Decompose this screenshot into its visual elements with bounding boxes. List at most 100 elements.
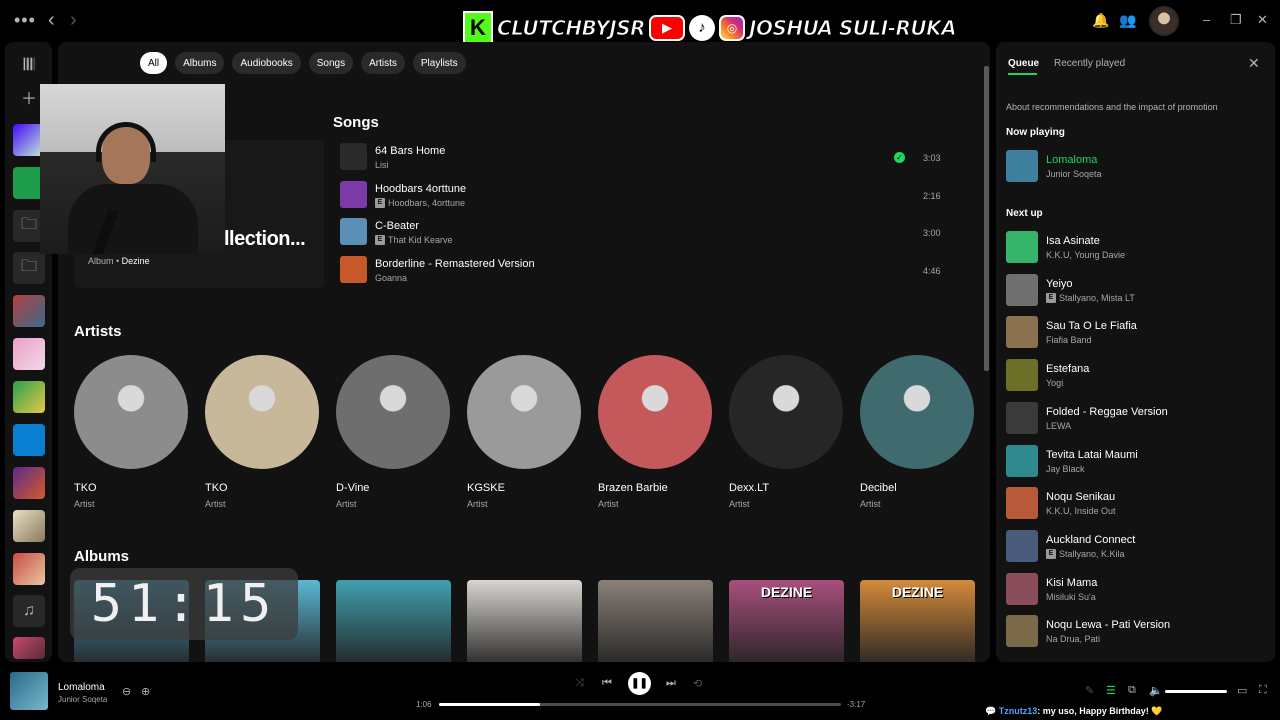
queue-item-artist-name[interactable]: LEWA	[1046, 421, 1071, 431]
music-note-icon[interactable]: ♫	[13, 595, 45, 627]
album-cover[interactable]	[467, 580, 582, 662]
queue-item-artist[interactable]: Fiafia Band	[1046, 335, 1092, 345]
queue-item-artist[interactable]: Jay Black	[1046, 464, 1085, 474]
playlist-tile[interactable]	[13, 338, 45, 370]
queue-item[interactable]: Kisi Mama Misiluki Su'a	[1006, 572, 1266, 606]
queue-item-artist[interactable]: Misiluki Su'a	[1046, 592, 1096, 602]
queue-item-title[interactable]: Kisi Mama	[1046, 577, 1097, 589]
queue-item[interactable]: Estefana Yogi	[1006, 358, 1266, 392]
current-track-artist[interactable]: Junior Soqeta	[58, 695, 107, 704]
queue-item-artist[interactable]: K.K.U, Young Davie	[1046, 250, 1125, 260]
artist-card[interactable]: TKO Artist	[74, 355, 192, 509]
song-title[interactable]: Hoodbars 4orttune	[375, 183, 466, 195]
playlist-tile[interactable]	[13, 553, 45, 585]
add-to-playlist-icon[interactable]: ⊕	[141, 685, 150, 698]
pause-button[interactable]: ❚❚	[628, 672, 651, 695]
tab-recently-played[interactable]: Recently played	[1054, 58, 1125, 69]
song-title[interactable]: Borderline - Remastered Version	[375, 258, 535, 270]
song-artist[interactable]: Goanna	[375, 273, 407, 283]
queue-item-artist-name[interactable]: Yogi	[1046, 378, 1063, 388]
queue-item-title[interactable]: Estefana	[1046, 363, 1089, 375]
artist-image[interactable]	[729, 355, 843, 469]
queue-item[interactable]: Isa Asinate K.K.U, Young Davie	[1006, 230, 1266, 264]
artist-name[interactable]: Dexx.LT	[729, 482, 847, 494]
queue-item-artist-name[interactable]: Jay Black	[1046, 464, 1085, 474]
artist-image[interactable]	[205, 355, 319, 469]
fullscreen-icon[interactable]: ⛶	[1259, 684, 1267, 697]
artist-image[interactable]	[467, 355, 581, 469]
artist-image[interactable]	[598, 355, 712, 469]
queue-item-title[interactable]: Folded - Reggae Version	[1046, 406, 1168, 418]
song-artist-name[interactable]: That Kid Kearve	[388, 235, 453, 245]
queue-item-artist-name[interactable]: Misiluki Su'a	[1046, 592, 1096, 602]
queue-item-artist-name[interactable]: Fiafia Band	[1046, 335, 1092, 345]
queue-item[interactable]: Tevita Latai Maumi Jay Black	[1006, 444, 1266, 478]
playlist-tile[interactable]	[13, 295, 45, 327]
lyrics-icon[interactable]: ✎	[1085, 684, 1094, 697]
song-artist-name[interactable]: Lisi	[375, 160, 389, 170]
artist-card[interactable]: Decibel Artist	[860, 355, 978, 509]
artist-image[interactable]	[74, 355, 188, 469]
artist-name[interactable]: TKO	[205, 482, 323, 494]
user-avatar[interactable]	[1149, 6, 1179, 36]
queue-item-title[interactable]: Tevita Latai Maumi	[1046, 449, 1138, 461]
queue-item[interactable]: Noqu Lewa - Pati Version Na Drua, Pati	[1006, 614, 1266, 648]
mini-player-icon[interactable]: ▭	[1237, 684, 1247, 697]
song-row[interactable]: 64 Bars Home Lisi ✓ 3:03	[338, 139, 948, 175]
playlist-tile[interactable]	[13, 381, 45, 413]
close-icon[interactable]: ✕	[1248, 55, 1260, 72]
queue-item[interactable]: Yeiyo E Stallyano, Mista LT	[1006, 273, 1266, 307]
album-cover[interactable]: DEZINE	[860, 580, 975, 662]
artist-card[interactable]: TKO Artist	[205, 355, 323, 509]
queue-item[interactable]: Auckland Connect E Stallyano, K.Kila	[1006, 529, 1266, 563]
filter-chip-songs[interactable]: Songs	[308, 52, 354, 74]
restore-window-icon[interactable]: ❐	[1230, 12, 1242, 28]
artist-card[interactable]: Brazen Barbie Artist	[598, 355, 716, 509]
current-track-title[interactable]: Lomaloma	[58, 682, 105, 693]
song-artist-name[interactable]: Goanna	[375, 273, 407, 283]
queue-item-title[interactable]: Sau Ta O Le Fiafia	[1046, 320, 1137, 332]
recommendations-link[interactable]: About recommendations and the impact of …	[1006, 102, 1218, 112]
artist-name[interactable]: Decibel	[860, 482, 978, 494]
queue-item-artist[interactable]: E Stallyano, K.Kila	[1046, 548, 1125, 559]
close-window-icon[interactable]: ✕	[1257, 12, 1268, 28]
song-title[interactable]: C-Beater	[375, 220, 419, 232]
more-options-icon[interactable]: •••	[14, 10, 36, 31]
queue-item-artist[interactable]: Na Drua, Pati	[1046, 634, 1100, 644]
filter-chip-artists[interactable]: Artists	[361, 52, 405, 74]
album-cover[interactable]	[598, 580, 713, 662]
next-track-icon[interactable]: ⏭	[666, 677, 676, 690]
queue-item-artist-name[interactable]: K.K.U, Young Davie	[1046, 250, 1125, 260]
artist-name[interactable]: TKO	[74, 482, 192, 494]
queue-item-artist[interactable]: E Stallyano, Mista LT	[1046, 292, 1135, 303]
queue-item[interactable]: Folded - Reggae Version LEWA	[1006, 401, 1266, 435]
shuffle-icon[interactable]: ⤨	[575, 677, 584, 690]
artists-heading[interactable]: Artists	[74, 323, 122, 340]
artist-image[interactable]	[336, 355, 450, 469]
queue-item[interactable]: Sau Ta O Le Fiafia Fiafia Band	[1006, 315, 1266, 349]
saved-check-icon[interactable]: ✓	[894, 152, 905, 163]
queue-item-artist-name[interactable]: Stallyano, Mista LT	[1059, 293, 1135, 303]
minimize-window-icon[interactable]: –	[1203, 12, 1210, 27]
song-artist[interactable]: Lisi	[375, 160, 389, 170]
artist-name[interactable]: Brazen Barbie	[598, 482, 716, 494]
artist-image[interactable]	[860, 355, 974, 469]
now-playing-item[interactable]: Lomaloma Junior Soqeta	[1006, 149, 1266, 183]
playlist-tile[interactable]	[13, 467, 45, 499]
top-result-artist[interactable]: Dezine	[122, 256, 150, 266]
back-arrow-icon[interactable]: ‹	[48, 9, 55, 32]
library-icon[interactable]: 𝄃𝄃𝄃	[13, 50, 45, 82]
artist-card[interactable]: KGSKE Artist	[467, 355, 585, 509]
queue-item-artist[interactable]: Yogi	[1046, 378, 1063, 388]
albums-heading[interactable]: Albums	[74, 548, 129, 565]
connect-device-icon[interactable]: ⧉	[1128, 684, 1136, 697]
song-row[interactable]: Borderline - Remastered Version Goanna 4:4…	[338, 252, 948, 288]
volume-icon[interactable]: 🔈	[1149, 684, 1163, 697]
queue-item-title[interactable]: Noqu Senikau	[1046, 491, 1115, 503]
playback-progress-bar[interactable]	[439, 703, 841, 706]
song-title[interactable]: 64 Bars Home	[375, 145, 445, 157]
album-cover[interactable]	[336, 580, 451, 662]
queue-item-artist[interactable]: LEWA	[1046, 421, 1071, 431]
queue-item[interactable]: Noqu Senikau K.K.U, Inside Out	[1006, 486, 1266, 520]
folder-icon[interactable]: 🗀	[13, 252, 45, 284]
